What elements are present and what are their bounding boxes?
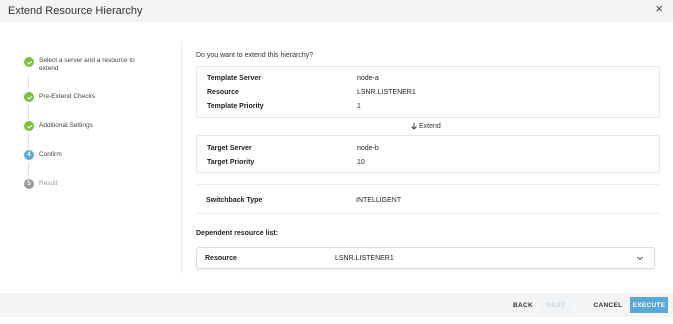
vertical-divider — [181, 42, 182, 274]
field-value: node-b — [357, 145, 379, 152]
step-number-badge: 5 — [24, 179, 34, 189]
cancel-button[interactable]: CANCEL — [591, 297, 625, 313]
step-connector — [28, 162, 29, 178]
field-value: LSNR.LISTENER1 — [335, 255, 394, 262]
field-value: INTELLIGENT — [356, 197, 402, 204]
extend-label: Extend — [419, 122, 441, 130]
step-label: Result — [39, 180, 58, 187]
check-icon — [24, 121, 34, 131]
step-label: Select a server and a resource to extend — [39, 57, 135, 72]
step-result: 5 Result — [24, 179, 149, 189]
step-connector — [28, 133, 29, 149]
field-value: 10 — [357, 159, 365, 166]
dialog-header: Extend Resource Hierarchy × — [0, 0, 673, 22]
step-label: Pre-Extend Checks — [39, 93, 95, 100]
arrow-down-icon — [411, 122, 417, 130]
check-icon — [24, 92, 34, 102]
check-icon — [24, 57, 34, 67]
field-label: Switchback Type — [206, 197, 263, 204]
dependent-resource-heading: Dependent resource list: — [196, 230, 279, 237]
step-select-server: Select a server and a resource to extend — [24, 57, 149, 73]
next-button[interactable]: NEXT — [541, 297, 571, 313]
field-label: Template Priority — [207, 103, 264, 110]
switchback-row: Switchback Type INTELLIGENT — [196, 184, 660, 214]
step-confirm: 4 Confirm — [24, 150, 149, 160]
step-label: Confirm — [39, 151, 62, 158]
step-pre-extend-checks: Pre-Extend Checks — [24, 92, 149, 102]
field-label: Resource — [205, 255, 237, 262]
template-card: Template Server node-a Resource LSNR.LIS… — [196, 66, 660, 118]
field-label: Resource — [207, 89, 239, 96]
field-value: node-a — [357, 75, 379, 82]
close-icon[interactable]: × — [655, 2, 663, 16]
step-connector — [28, 76, 29, 90]
back-button[interactable]: BACK — [510, 297, 536, 313]
step-number-badge: 4 — [24, 150, 34, 160]
chevron-down-icon[interactable] — [636, 254, 644, 262]
step-additional-settings: Additional Settings — [24, 121, 149, 131]
step-connector — [28, 104, 29, 120]
step-label: Additional Settings — [39, 122, 93, 129]
extend-indicator: Extend — [410, 122, 441, 130]
field-label: Target Priority — [207, 159, 255, 166]
target-card: Target Server node-b Target Priority 10 — [196, 135, 660, 173]
dependent-resource-dropdown[interactable]: Resource LSNR.LISTENER1 — [196, 247, 655, 269]
field-label: Target Server — [207, 145, 252, 152]
field-label: Template Server — [207, 75, 261, 82]
confirm-question: Do you want to extend this hierarchy? — [196, 52, 314, 59]
dialog-footer: BACK NEXT CANCEL EXECUTE — [0, 293, 673, 317]
field-value: LSNR.LISTENER1 — [357, 89, 416, 96]
execute-button[interactable]: EXECUTE — [630, 297, 668, 313]
field-value: 1 — [357, 103, 361, 110]
dialog-title: Extend Resource Hierarchy — [8, 5, 143, 17]
